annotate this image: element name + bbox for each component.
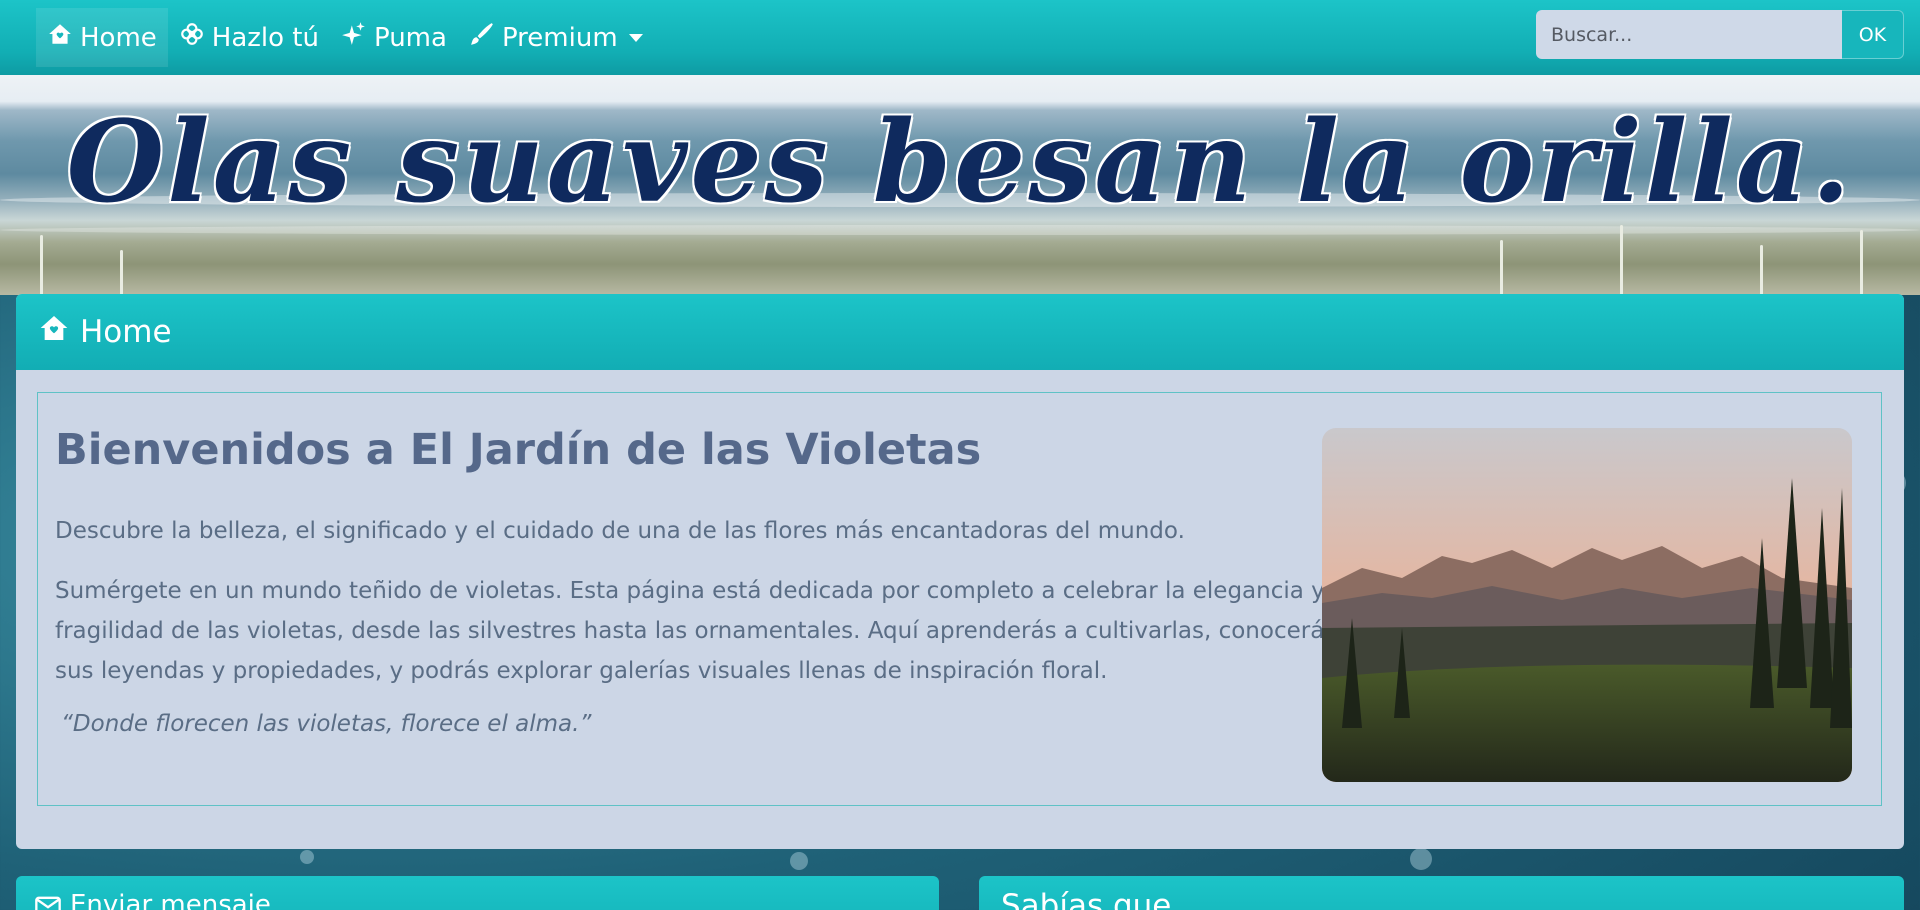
send-message-title: Enviar mensaje: [70, 890, 271, 910]
nav-item-label: Puma: [373, 22, 447, 53]
top-navbar: Home Hazlo tú Puma Premium OK: [0, 0, 1920, 75]
grass-decoration: [1620, 225, 1623, 295]
mountain-photo: [1322, 428, 1852, 782]
bokeh-decoration: [1410, 848, 1432, 870]
grass-decoration: [120, 250, 123, 295]
nav-item-label: Premium: [501, 22, 618, 53]
did-you-know-title: Sabías que: [1001, 888, 1172, 910]
home-icon: [38, 312, 70, 352]
intro-text: Descubre la belleza, el significado y el…: [55, 518, 1185, 544]
chevron-down-icon: [628, 33, 643, 42]
description-paragraph: Sumérgete en un mundo teñido de violetas…: [55, 578, 1337, 684]
welcome-title: Bienvenidos a El Jardín de las Violetas: [55, 425, 982, 475]
brush-icon: [469, 21, 495, 54]
card-header: Home: [16, 294, 1904, 370]
card-header-title: Home: [80, 314, 172, 350]
nav-item-premium-dropdown[interactable]: Premium: [458, 8, 654, 67]
sparkles-icon: [341, 21, 367, 54]
grass-decoration: [40, 235, 43, 295]
nav-item-home[interactable]: Home: [36, 8, 168, 67]
envelope-icon: [34, 890, 62, 910]
send-message-card: Enviar mensaje: [16, 876, 939, 910]
home-card: Home Bienvenidos a El Jardín de las Viol…: [16, 294, 1904, 849]
banner-title: Olas suaves besan la orilla.: [66, 97, 1854, 228]
bokeh-decoration: [790, 852, 808, 870]
grass-decoration: [1760, 245, 1763, 295]
did-you-know-card: Sabías que: [979, 876, 1904, 910]
nav-item-hazlo-tu[interactable]: Hazlo tú: [168, 8, 330, 67]
nav-item-label: Hazlo tú: [211, 22, 319, 53]
nav-item-label: Home: [80, 22, 157, 53]
nav-item-puma[interactable]: Puma: [330, 8, 458, 67]
search-form: OK: [1536, 10, 1904, 59]
grass-decoration: [1500, 240, 1503, 295]
bokeh-decoration: [300, 850, 314, 864]
welcome-box: Bienvenidos a El Jardín de las Violetas …: [37, 392, 1882, 806]
search-button[interactable]: OK: [1842, 10, 1904, 59]
hero-banner: Olas suaves besan la orilla.: [0, 75, 1920, 295]
grass-decoration: [1860, 230, 1863, 295]
search-input[interactable]: [1536, 10, 1842, 59]
quote-text: “Donde florecen las violetas, florece el…: [61, 711, 592, 737]
flower-icon: [179, 21, 205, 54]
home-icon: [47, 21, 73, 54]
